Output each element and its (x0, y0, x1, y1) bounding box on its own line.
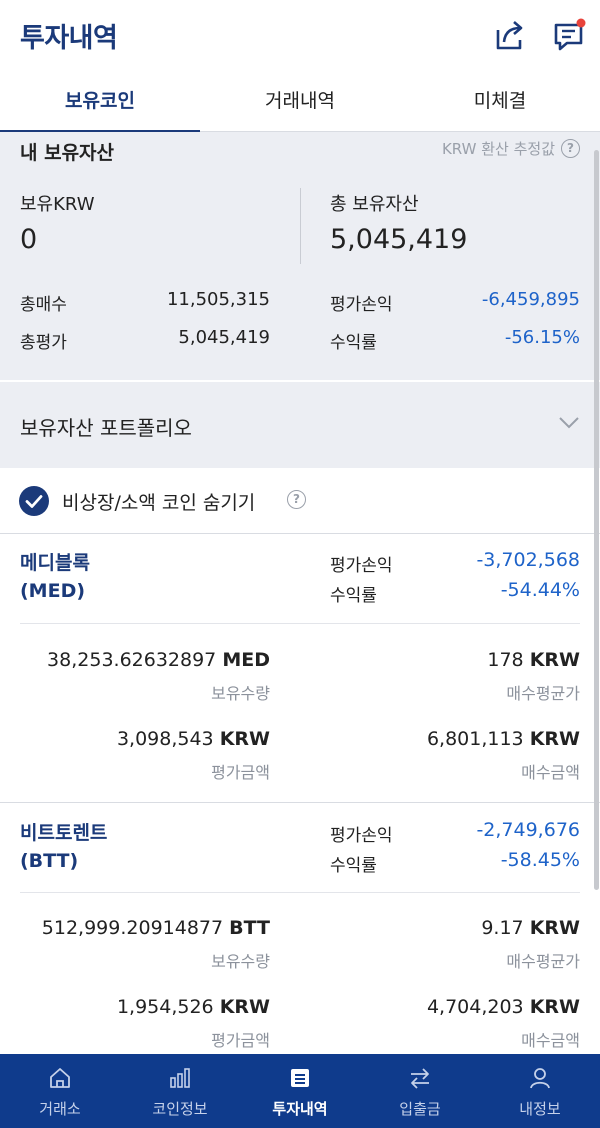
hide-small-coins-row[interactable]: 비상장/소액 코인 숨기기 ? (0, 468, 600, 534)
coin-symbol: (MED) (20, 580, 86, 602)
coin-eval-amount: 1,954,526 KRW (116, 996, 270, 1018)
home-icon (50, 1068, 70, 1088)
profit-loss-label: 평가손익 (330, 295, 393, 315)
nav-my-info[interactable]: 내정보 (480, 1054, 600, 1128)
coin-eval-label: 평가금액 (211, 1031, 270, 1050)
coin-buy-label: 매수금액 (521, 1031, 580, 1050)
coin-buy-label: 매수금액 (521, 763, 580, 782)
coin-buy-amount: 6,801,113 KRW (426, 728, 580, 750)
krw-balance-value: 0 (20, 224, 38, 255)
coin-qty-label: 보유수량 (211, 952, 270, 971)
nav-label: 거래소 (39, 1100, 81, 1118)
coin-avg-price: 9.17 KRW (481, 917, 580, 939)
scrollbar[interactable] (594, 150, 599, 890)
nav-deposit-withdraw[interactable]: 입출금 (360, 1054, 480, 1128)
total-buy-value: 11,505,315 (166, 289, 270, 310)
coin-pl-label: 평가손익 (330, 556, 393, 576)
app-header: 투자내역 (0, 0, 600, 72)
coin-card-med[interactable]: 메디블록 (MED) 평가손익 -3,702,568 수익률 -54.44% 3… (0, 535, 600, 801)
coin-qty: 38,253.62632897 MED (47, 649, 270, 671)
coin-symbol: (BTT) (20, 850, 79, 872)
portfolio-toggle[interactable]: 보유자산 포트폴리오 (0, 382, 600, 468)
hide-small-coins-label: 비상장/소액 코인 숨기기 (62, 492, 256, 514)
nav-label: 투자내역 (272, 1100, 328, 1118)
coin-avg-price: 178 KRW (487, 649, 580, 671)
tab-unfilled[interactable]: 미체결 (400, 72, 600, 132)
coin-card-btt[interactable]: 비트토렌트 (BTT) 평가손익 -2,749,676 수익률 -58.45% … (0, 803, 600, 1054)
coin-rate-value: -58.45% (500, 849, 580, 871)
user-icon (530, 1068, 550, 1089)
coin-separator (20, 623, 580, 624)
coin-separator (20, 892, 580, 893)
list-icon (291, 1069, 309, 1087)
nav-coin-info[interactable]: 코인정보 (120, 1054, 240, 1128)
coin-avg-label: 매수평균가 (506, 952, 580, 971)
coin-pl-label: 평가손익 (330, 826, 393, 846)
checkbox-checked-icon[interactable] (19, 486, 49, 516)
total-assets-label: 총 보유자산 (330, 194, 419, 215)
share-icon[interactable] (494, 18, 526, 52)
asset-divider (300, 188, 301, 264)
coin-name: 메디블록 (20, 552, 90, 574)
chat-icon[interactable] (553, 18, 586, 52)
bottom-nav: 거래소 코인정보 투자내역 입출금 내정보 (0, 1054, 600, 1128)
profit-loss-value: -6,459,895 (481, 289, 580, 310)
coin-rate-label: 수익률 (330, 856, 377, 876)
return-rate-value: -56.15% (504, 327, 580, 348)
nav-label: 코인정보 (152, 1100, 208, 1118)
chevron-down-icon (559, 417, 579, 429)
total-eval-label: 총평가 (20, 333, 67, 353)
my-assets-title: 내 보유자산 (20, 142, 115, 164)
coin-eval-label: 평가금액 (211, 763, 270, 782)
coin-pl-value: -2,749,676 (476, 819, 580, 841)
coin-pl-value: -3,702,568 (476, 549, 580, 571)
total-eval-value: 5,045,419 (178, 327, 270, 348)
coin-qty-label: 보유수량 (211, 684, 270, 703)
coin-rate-value: -54.44% (500, 579, 580, 601)
coin-eval-amount: 3,098,543 KRW (116, 728, 270, 750)
coin-qty: 512,999.20914877 BTT (41, 917, 270, 939)
krw-estimate-label: KRW 환산 추정값 (441, 140, 555, 158)
krw-balance-label: 보유KRW (20, 194, 95, 215)
help-icon[interactable]: ? (561, 139, 580, 158)
portfolio-label: 보유자산 포트폴리오 (20, 416, 192, 440)
page-title: 투자내역 (20, 23, 118, 54)
return-rate-label: 수익률 (330, 333, 377, 353)
coin-avg-label: 매수평균가 (506, 684, 580, 703)
total-buy-label: 총매수 (20, 295, 67, 315)
coin-buy-amount: 4,704,203 KRW (426, 996, 580, 1018)
tab-holdings[interactable]: 보유코인 (0, 72, 200, 133)
nav-label: 입출금 (399, 1100, 441, 1118)
my-assets-panel: 내 보유자산 KRW 환산 추정값 ? 보유KRW 0 총 보유자산 5,045… (0, 132, 600, 380)
krw-estimate-note[interactable]: KRW 환산 추정값 ? (442, 138, 580, 159)
nav-investments[interactable]: 투자내역 (240, 1054, 360, 1128)
bar-chart-icon (170, 1068, 190, 1088)
nav-exchange[interactable]: 거래소 (0, 1054, 120, 1128)
tab-bar: 보유코인 거래내역 미체결 (0, 72, 600, 133)
total-assets-value: 5,045,419 (330, 224, 468, 255)
nav-label: 내정보 (519, 1100, 561, 1118)
tab-transactions[interactable]: 거래내역 (200, 72, 400, 132)
coin-name: 비트토렌트 (20, 822, 108, 844)
transfer-icon (411, 1068, 429, 1089)
help-icon[interactable]: ? (287, 490, 306, 509)
coin-rate-label: 수익률 (330, 586, 377, 606)
